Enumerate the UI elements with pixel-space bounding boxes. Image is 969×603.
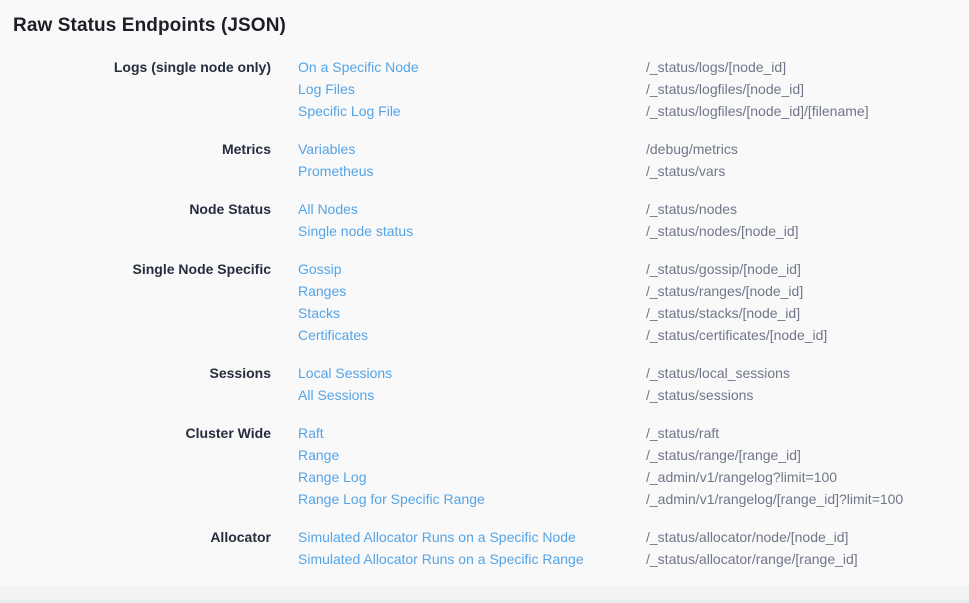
endpoint-path: /_status/allocator/range/[range_id] [646, 548, 969, 570]
endpoint-path: /_status/raft [646, 422, 969, 444]
category-label: Single Node Specific [13, 258, 298, 280]
endpoint-path: /_status/certificates/[node_id] [646, 324, 969, 346]
endpoint-path: /_status/local_sessions [646, 362, 969, 384]
endpoint-link[interactable]: On a Specific Node [298, 56, 419, 78]
endpoint-path: /_status/logs/[node_id] [646, 56, 969, 78]
endpoint-group: Cluster Wide Raft /_status/raft Range /_… [13, 422, 969, 510]
endpoint-link[interactable]: All Nodes [298, 198, 358, 220]
endpoint-link[interactable]: Specific Log File [298, 100, 401, 122]
endpoint-path: /_status/ranges/[node_id] [646, 280, 969, 302]
category-label: Sessions [13, 362, 298, 384]
endpoint-path: /_admin/v1/rangelog/[range_id]?limit=100 [646, 488, 969, 510]
endpoint-path: /_status/logfiles/[node_id] [646, 78, 969, 100]
category-label: Node Status [13, 198, 298, 220]
endpoint-link[interactable]: Ranges [298, 280, 346, 302]
endpoint-group: Metrics Variables /debug/metrics Prometh… [13, 138, 969, 182]
endpoint-link[interactable]: Raft [298, 422, 324, 444]
category-label: Logs (single node only) [13, 56, 298, 78]
endpoint-path: /_status/sessions [646, 384, 969, 406]
endpoint-path: /debug/metrics [646, 138, 969, 160]
endpoint-link[interactable]: Certificates [298, 324, 368, 346]
endpoint-link[interactable]: Stacks [298, 302, 340, 324]
page-title: Raw Status Endpoints (JSON) [13, 14, 969, 38]
endpoint-link[interactable]: Log Files [298, 78, 355, 100]
endpoint-path: /_admin/v1/rangelog?limit=100 [646, 466, 969, 488]
category-label: Cluster Wide [13, 422, 298, 444]
endpoint-link[interactable]: Local Sessions [298, 362, 392, 384]
endpoint-group: Logs (single node only) On a Specific No… [13, 56, 969, 122]
endpoint-group: Single Node Specific Gossip /_status/gos… [13, 258, 969, 346]
endpoint-link[interactable]: Single node status [298, 220, 413, 242]
endpoint-link[interactable]: Simulated Allocator Runs on a Specific R… [298, 548, 584, 570]
endpoint-link[interactable]: Prometheus [298, 160, 373, 182]
endpoint-path: /_status/range/[range_id] [646, 444, 969, 466]
endpoint-path: /_status/vars [646, 160, 969, 182]
debug-endpoints-page: Raw Status Endpoints (JSON) Logs (single… [0, 0, 969, 570]
endpoint-link[interactable]: Gossip [298, 258, 342, 280]
endpoint-link[interactable]: All Sessions [298, 384, 374, 406]
endpoint-group: Allocator Simulated Allocator Runs on a … [13, 526, 969, 570]
category-label: Metrics [13, 138, 298, 160]
endpoint-path: /_status/stacks/[node_id] [646, 302, 969, 324]
category-label: Allocator [13, 526, 298, 548]
endpoint-path: /_status/logfiles/[node_id]/[filename] [646, 100, 969, 122]
endpoint-group: Node Status All Nodes /_status/nodes Sin… [13, 198, 969, 242]
endpoint-link[interactable]: Range Log [298, 466, 367, 488]
endpoint-link[interactable]: Simulated Allocator Runs on a Specific N… [298, 526, 576, 548]
endpoint-link[interactable]: Range [298, 444, 339, 466]
endpoint-path: /_status/allocator/node/[node_id] [646, 526, 969, 548]
endpoints-table: Logs (single node only) On a Specific No… [13, 56, 969, 570]
endpoint-group: Sessions Local Sessions /_status/local_s… [13, 362, 969, 406]
footer-strip [0, 586, 969, 603]
endpoint-path: /_status/gossip/[node_id] [646, 258, 969, 280]
endpoint-link[interactable]: Range Log for Specific Range [298, 488, 485, 510]
endpoint-link[interactable]: Variables [298, 138, 355, 160]
endpoint-path: /_status/nodes [646, 198, 969, 220]
endpoint-path: /_status/nodes/[node_id] [646, 220, 969, 242]
